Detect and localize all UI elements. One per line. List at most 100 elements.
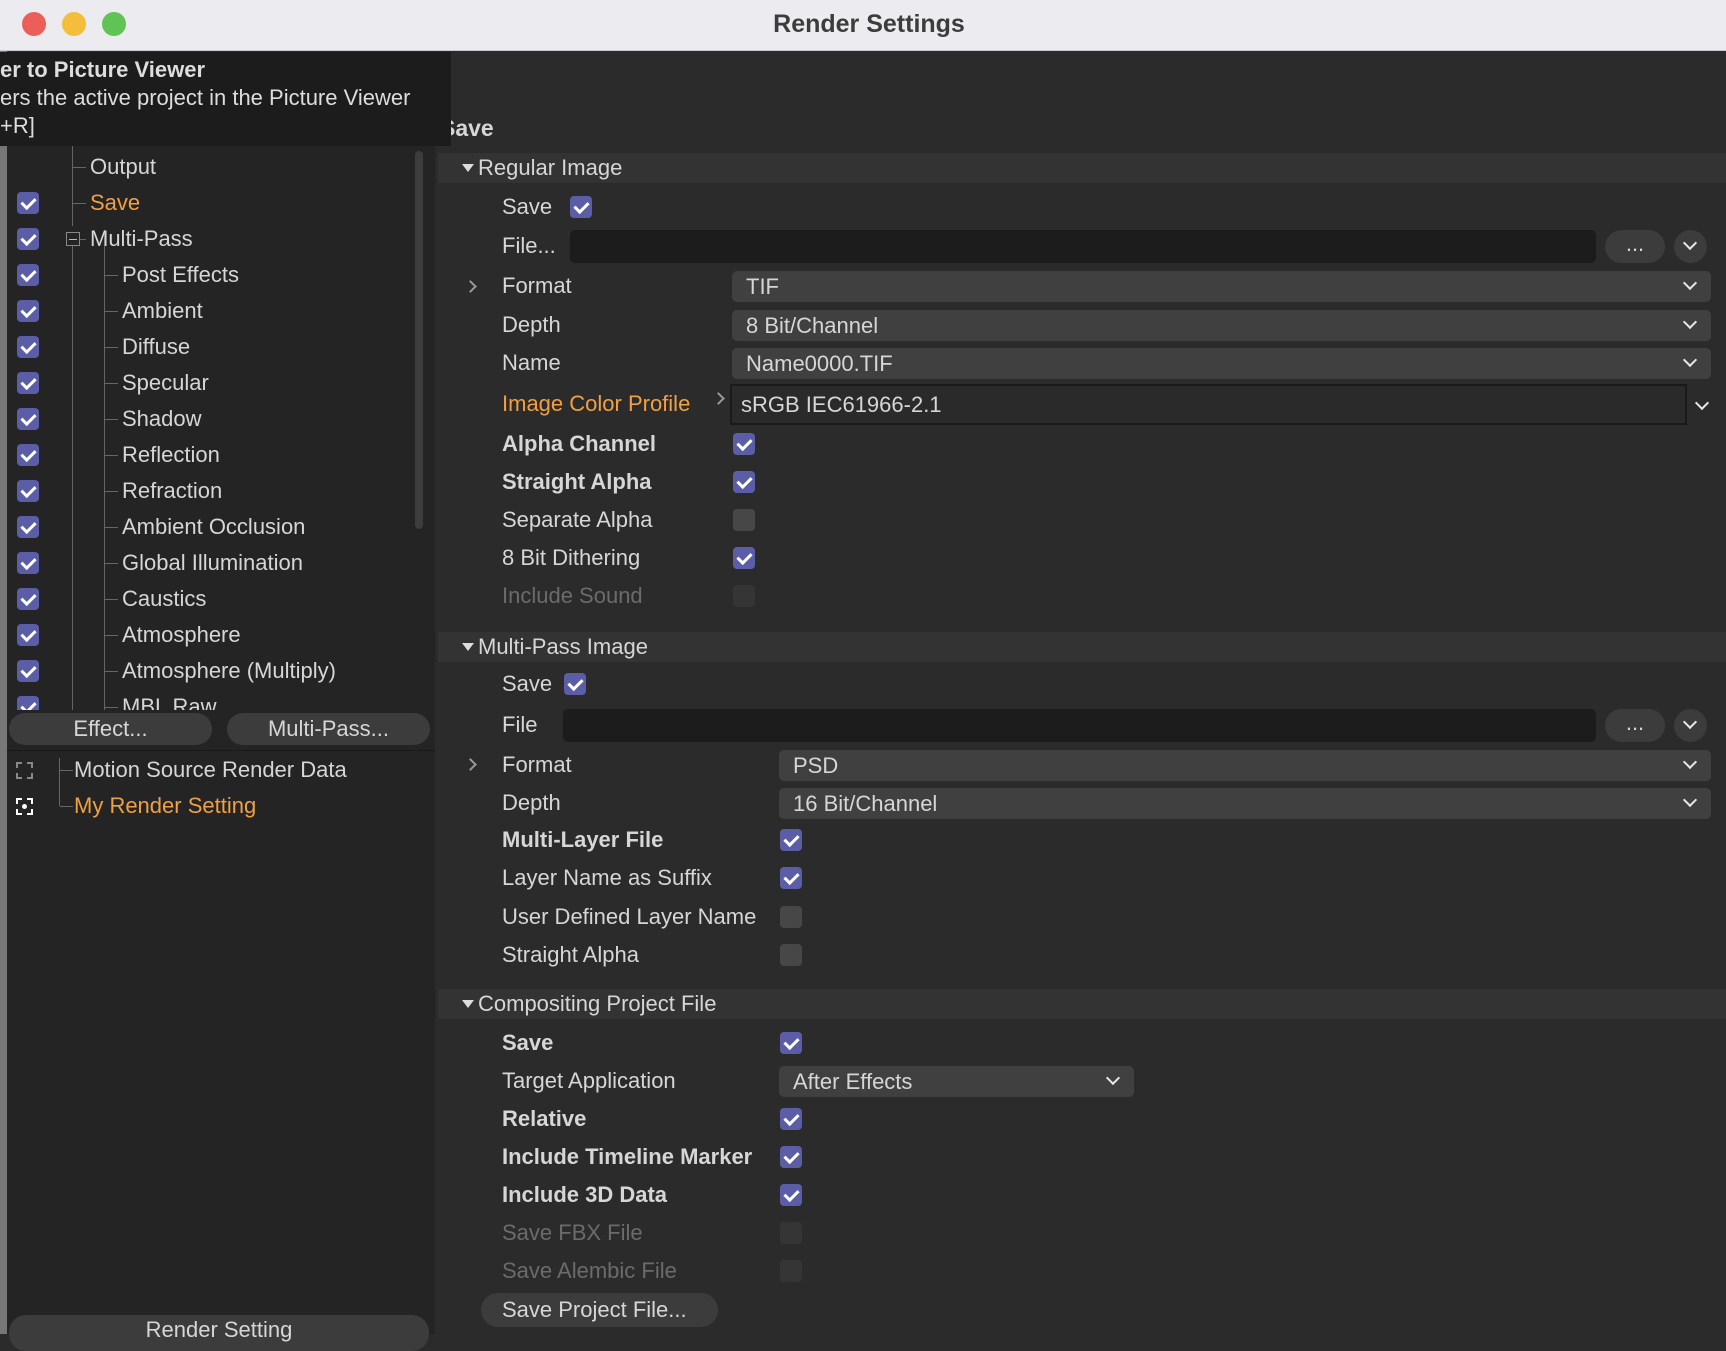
target-application-dropdown[interactable]: After Effects <box>779 1066 1134 1097</box>
enable-checkbox[interactable] <box>17 300 39 322</box>
regular-name-dropdown[interactable]: Name0000.TIF <box>732 348 1711 379</box>
multi-pass-image-group[interactable]: Multi-Pass Image <box>438 632 1726 662</box>
alpha-channel-label: Alpha Channel <box>502 431 657 456</box>
regular-format-dropdown[interactable]: TIF <box>732 271 1711 302</box>
tree-item-label: Specular <box>122 370 209 395</box>
tree-item-shadow[interactable]: Shadow <box>7 401 407 437</box>
multipass-depth-dropdown[interactable]: 16 Bit/Channel <box>779 788 1711 819</box>
enable-checkbox[interactable] <box>17 660 39 682</box>
regular-depth-dropdown[interactable]: 8 Bit/Channel <box>732 310 1711 341</box>
enable-checkbox[interactable] <box>17 516 39 538</box>
expand-triangle-icon[interactable] <box>462 1000 474 1009</box>
multipass-format-dropdown[interactable]: PSD <box>779 750 1711 781</box>
include-3d-data-checkbox[interactable] <box>780 1184 802 1206</box>
tree-item-label: Post Effects <box>122 262 239 287</box>
enable-checkbox[interactable] <box>17 228 39 250</box>
enable-checkbox[interactable] <box>17 336 39 358</box>
straight-alpha-checkbox[interactable] <box>733 471 755 493</box>
tree-scrollbar[interactable] <box>415 151 423 529</box>
multipass-format-label: Format <box>502 752 572 777</box>
multi-layer-file-checkbox[interactable] <box>780 829 802 851</box>
regular-image-group[interactable]: Regular Image <box>438 153 1726 183</box>
tree-item-label: Refraction <box>122 478 223 503</box>
compositing-project-file-group[interactable]: Compositing Project File <box>438 989 1726 1019</box>
enable-checkbox[interactable] <box>17 372 39 394</box>
user-defined-layer-name-checkbox[interactable] <box>780 905 802 928</box>
include-timeline-marker-checkbox[interactable] <box>780 1146 802 1168</box>
dot-icon <box>22 804 27 809</box>
tree-item-atmosphere[interactable]: Atmosphere <box>7 617 407 653</box>
enable-checkbox[interactable] <box>17 588 39 610</box>
multipass-save-checkbox[interactable] <box>564 673 586 695</box>
tree-item-reflection[interactable]: Reflection <box>7 437 407 473</box>
save-project-file-button[interactable]: Save Project File... <box>481 1293 718 1327</box>
regular-file-browse-button[interactable]: ... <box>1605 230 1665 263</box>
tree-line <box>105 311 118 312</box>
relative-label: Relative <box>502 1106 587 1131</box>
8-bit-dithering-checkbox[interactable] <box>733 547 755 569</box>
compositing-save-checkbox[interactable] <box>780 1032 802 1054</box>
tree-item-mbl-raw[interactable]: MBL Raw <box>7 689 407 710</box>
tree-item-refraction[interactable]: Refraction <box>7 473 407 509</box>
enable-checkbox[interactable] <box>17 192 39 214</box>
regular-file-options-button[interactable] <box>1674 230 1707 263</box>
expand-triangle-icon[interactable] <box>462 643 474 652</box>
regular-save-label: Save <box>502 194 553 219</box>
tree-item-ambient[interactable]: Ambient <box>7 293 407 329</box>
tree-item-global-illumination[interactable]: Global Illumination <box>7 545 407 581</box>
tree-item-caustics[interactable]: Caustics <box>7 581 407 617</box>
separate-alpha-checkbox[interactable] <box>733 509 755 531</box>
chevron-down-icon <box>1105 1070 1121 1086</box>
tree-item-post-effects[interactable]: Post Effects <box>7 257 407 293</box>
multi-pass-image-group-title: Multi-Pass Image <box>478 634 648 659</box>
image-color-profile-field[interactable]: sRGB IEC61966-2.1 <box>730 384 1687 425</box>
multipass-format-value: PSD <box>793 753 839 778</box>
tree-line <box>105 275 118 276</box>
8-bit-dithering-label: 8 Bit Dithering <box>502 545 641 570</box>
straight-alpha-checkbox[interactable] <box>780 943 802 966</box>
render-setting-item[interactable]: My Render Setting <box>7 788 435 824</box>
multipass-file-options-button[interactable] <box>1674 709 1707 742</box>
enable-checkbox[interactable] <box>17 264 39 286</box>
tree-item-ambient-occlusion[interactable]: Ambient Occlusion <box>7 509 407 545</box>
tree-item-label: Output <box>90 154 157 179</box>
save-fbx-file-checkbox <box>780 1222 802 1244</box>
render-setting-button[interactable]: Render Setting <box>9 1315 429 1351</box>
save-fbx-file-label: Save FBX File <box>502 1220 643 1245</box>
regular-file-path-input[interactable] <box>570 230 1596 263</box>
enable-checkbox[interactable] <box>17 480 39 502</box>
render-setting-label: Motion Source Render Data <box>74 757 347 782</box>
multipass-file-browse-button[interactable]: ... <box>1605 709 1665 742</box>
enable-checkbox[interactable] <box>17 552 39 574</box>
tree-item-label: MBL Raw <box>122 694 217 710</box>
tree-item-diffuse[interactable]: Diffuse <box>7 329 407 365</box>
layer-name-as-suffix-checkbox[interactable] <box>780 867 802 890</box>
include-timeline-marker-label: Include Timeline Marker <box>502 1144 753 1169</box>
regular-save-checkbox[interactable] <box>570 196 592 218</box>
enable-checkbox[interactable] <box>17 444 39 466</box>
tree-line <box>60 806 73 807</box>
relative-checkbox[interactable] <box>780 1108 802 1130</box>
alpha-channel-checkbox[interactable] <box>733 433 755 455</box>
expand-triangle-icon[interactable] <box>462 164 474 173</box>
tooltip: er to Picture Viewer ers the active proj… <box>0 52 451 146</box>
enable-checkbox[interactable] <box>17 408 39 430</box>
regular-format-value: TIF <box>746 274 779 299</box>
multipass-file-label: File <box>502 712 538 737</box>
tree-item-atmosphere-multiply-[interactable]: Atmosphere (Multiply) <box>7 653 407 689</box>
tree-item-label: Shadow <box>122 406 202 431</box>
multi-pass-button[interactable]: Multi-Pass... <box>227 713 430 745</box>
render-settings-tree: Output Save Multi-Pass Post Effects Ambient D… <box>7 146 407 710</box>
active-setting-icon[interactable] <box>16 798 33 815</box>
multipass-file-path-input[interactable] <box>563 709 1596 742</box>
tree-item-save[interactable]: Save <box>7 185 407 221</box>
setting-icon[interactable] <box>16 762 33 779</box>
enable-checkbox[interactable] <box>17 624 39 646</box>
collapse-icon[interactable] <box>66 232 80 246</box>
effect-button[interactable]: Effect... <box>9 713 212 745</box>
render-setting-item[interactable]: Motion Source Render Data <box>7 752 435 788</box>
tree-item-multi-pass[interactable]: Multi-Pass <box>7 221 407 257</box>
tree-item-specular[interactable]: Specular <box>7 365 407 401</box>
tree-item-output[interactable]: Output <box>7 149 407 185</box>
enable-checkbox[interactable] <box>17 696 39 710</box>
